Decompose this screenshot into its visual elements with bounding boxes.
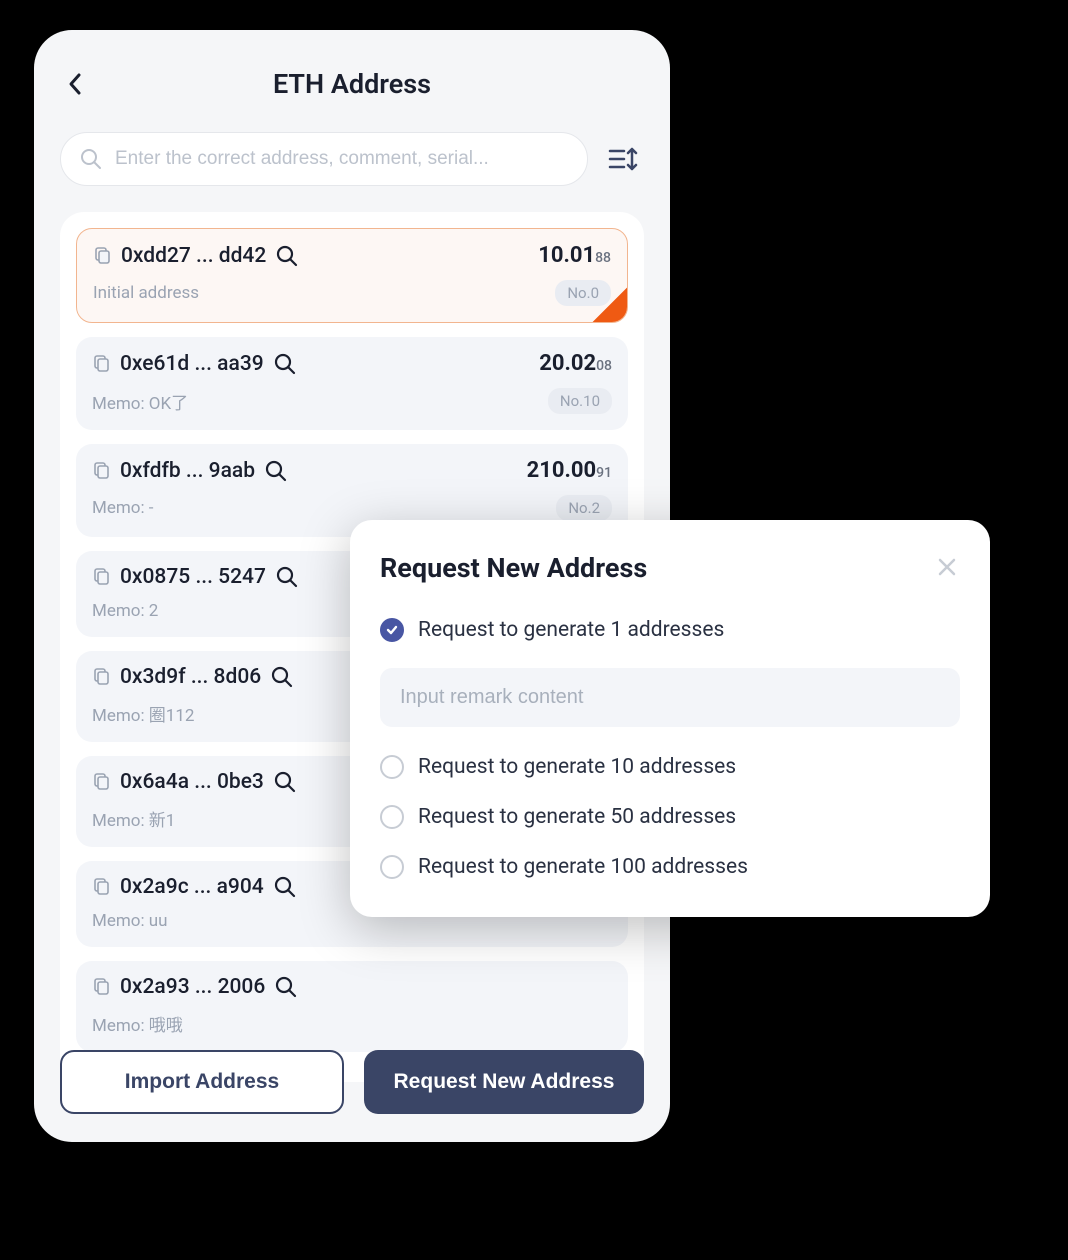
search-icon: [79, 147, 103, 171]
header: ETH Address: [60, 54, 644, 114]
page-title: ETH Address: [60, 68, 644, 100]
sort-icon: [608, 146, 638, 172]
import-address-button[interactable]: Import Address: [60, 1050, 344, 1114]
address-text: 0xe61d ... aa39: [120, 352, 264, 376]
radio-icon: [380, 755, 404, 779]
memo-text: Memo: uu: [92, 911, 168, 931]
copy-icon[interactable]: [92, 978, 110, 996]
magnify-icon[interactable]: [275, 976, 297, 998]
search-box[interactable]: [60, 132, 588, 186]
selected-flag-icon: [592, 287, 628, 323]
address-text: 0x0875 ... 5247: [120, 565, 266, 589]
balance-value: 210.0091: [527, 458, 612, 483]
magnify-icon[interactable]: [274, 353, 296, 375]
request-new-address-modal: Request New Address Request to generate …: [350, 520, 990, 917]
magnify-icon[interactable]: [274, 876, 296, 898]
generate-option[interactable]: Request to generate 10 addresses: [380, 755, 960, 779]
modal-close-button[interactable]: [936, 556, 960, 580]
option-label: Request to generate 10 addresses: [418, 755, 736, 779]
close-icon: [936, 556, 958, 578]
footer-buttons: Import Address Request New Address: [60, 1050, 644, 1114]
radio-icon: [380, 618, 404, 642]
memo-text: Memo: 圈112: [92, 701, 194, 726]
magnify-icon[interactable]: [276, 566, 298, 588]
modal-title: Request New Address: [380, 552, 936, 584]
address-text: 0xfdfb ... 9aab: [120, 459, 255, 483]
modal-options: Request to generate 1 addresses Request …: [380, 618, 960, 879]
magnify-icon[interactable]: [265, 460, 287, 482]
copy-icon[interactable]: [92, 668, 110, 686]
search-row: [60, 132, 644, 186]
address-item[interactable]: 0xdd27 ... dd42 10.0188 Initial address …: [76, 228, 628, 323]
serial-badge: No.2: [556, 495, 612, 521]
copy-icon[interactable]: [92, 462, 110, 480]
sort-button[interactable]: [602, 138, 644, 180]
address-text: 0x2a93 ... 2006: [120, 975, 265, 999]
copy-icon[interactable]: [92, 568, 110, 586]
address-item[interactable]: 0xe61d ... aa39 20.0208 Memo: OK了 No.10: [76, 337, 628, 430]
copy-icon[interactable]: [92, 878, 110, 896]
address-text: 0x2a9c ... a904: [120, 875, 264, 899]
memo-text: Memo: 哦哦: [92, 1011, 183, 1036]
magnify-icon[interactable]: [276, 245, 298, 267]
radio-icon: [380, 855, 404, 879]
request-new-address-button[interactable]: Request New Address: [364, 1050, 644, 1114]
magnify-icon[interactable]: [271, 666, 293, 688]
address-text: 0xdd27 ... dd42: [121, 244, 266, 268]
address-text: 0x6a4a ... 0be3: [120, 770, 264, 794]
memo-text: Memo: 2: [92, 601, 158, 621]
remark-input-box[interactable]: [380, 668, 960, 727]
option-label: Request to generate 100 addresses: [418, 855, 748, 879]
copy-icon[interactable]: [92, 773, 110, 791]
memo-text: Memo: 新1: [92, 806, 175, 831]
search-input[interactable]: [115, 148, 569, 170]
remark-input[interactable]: [400, 686, 940, 709]
memo-text: Initial address: [93, 283, 199, 303]
copy-icon[interactable]: [92, 355, 110, 373]
memo-text: Memo: -: [92, 498, 154, 518]
generate-option[interactable]: Request to generate 100 addresses: [380, 855, 960, 879]
balance-value: 20.0208: [539, 351, 612, 376]
balance-value: 10.0188: [538, 243, 611, 268]
option-label: Request to generate 1 addresses: [418, 618, 724, 642]
copy-icon[interactable]: [93, 247, 111, 265]
address-item[interactable]: 0x2a93 ... 2006 Memo: 哦哦: [76, 961, 628, 1052]
magnify-icon[interactable]: [274, 771, 296, 793]
address-text: 0x3d9f ... 8d06: [120, 665, 261, 689]
serial-badge: No.10: [548, 388, 612, 414]
modal-header: Request New Address: [380, 552, 960, 584]
option-label: Request to generate 50 addresses: [418, 805, 736, 829]
radio-icon: [380, 805, 404, 829]
memo-text: Memo: OK了: [92, 389, 188, 414]
generate-option[interactable]: Request to generate 50 addresses: [380, 805, 960, 829]
generate-option[interactable]: Request to generate 1 addresses: [380, 618, 960, 642]
